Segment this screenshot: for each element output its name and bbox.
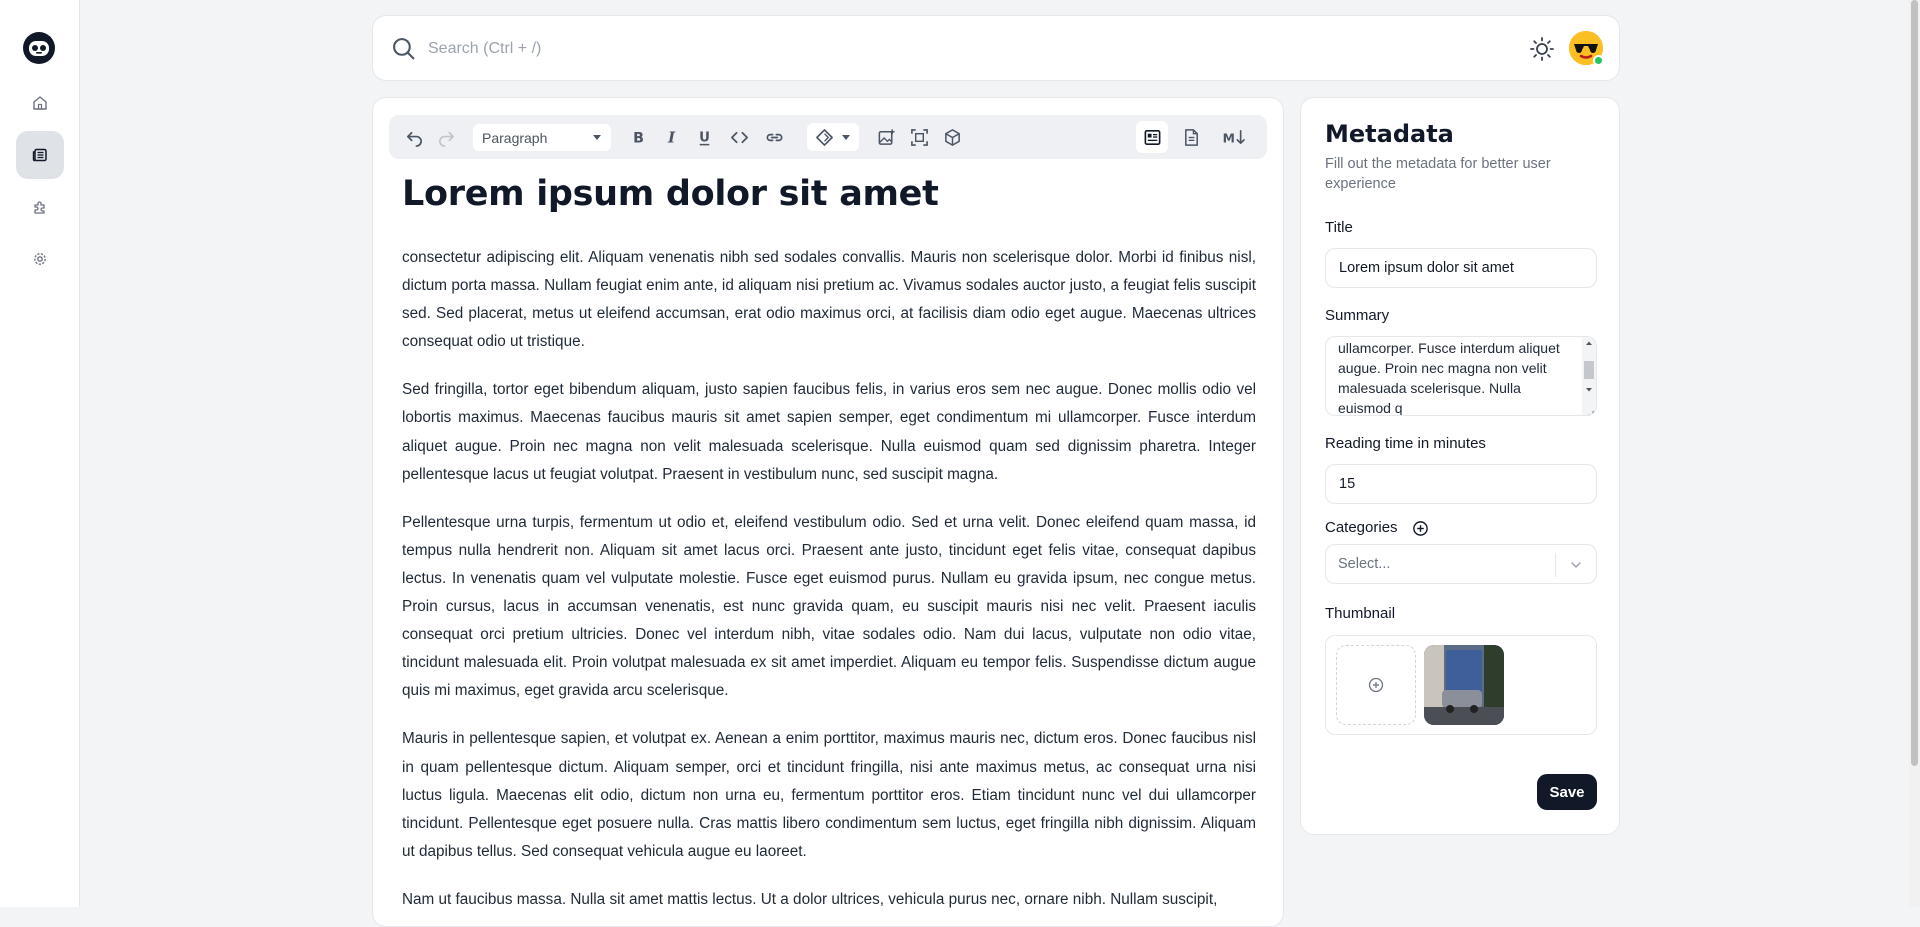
block-type-select[interactable]: Paragraph — [473, 124, 611, 151]
sidebar-item-home[interactable] — [16, 79, 64, 127]
link-icon — [766, 133, 782, 141]
embed-button[interactable] — [906, 124, 932, 150]
bold-icon: B — [633, 130, 644, 146]
gear-icon — [34, 253, 46, 265]
paragraph[interactable]: Mauris in pellentesque sapien, et volutp… — [402, 725, 1256, 865]
thumbnail-gallery — [1325, 635, 1597, 735]
insert-block-button[interactable] — [939, 124, 965, 150]
page-scrollbar[interactable] — [1909, 0, 1920, 907]
undo-icon — [406, 131, 422, 147]
paragraph[interactable]: Sed fringilla, tortor eget bibendum aliq… — [402, 376, 1256, 488]
reading-time-label: Reading time in minutes — [1325, 435, 1486, 452]
document-body[interactable]: Lorem ipsum dolor sit amet consectetur a… — [402, 170, 1256, 914]
summary-scrollbar[interactable] — [1582, 337, 1596, 415]
paragraph[interactable]: Pellentesque urna turpis, fermentum ut o… — [402, 509, 1256, 706]
frame-icon — [910, 128, 928, 146]
summary-textarea[interactable]: ullamcorper. Fusce interdum aliquet augu… — [1325, 336, 1597, 416]
puzzle-icon — [34, 201, 45, 214]
avatar[interactable] — [1569, 31, 1604, 66]
block-type-value: Paragraph — [482, 129, 548, 146]
metadata-panel: Metadata Fill out the metadata for bette… — [1300, 97, 1620, 835]
file-text-icon — [1184, 128, 1198, 146]
editor-card: Paragraph B I U M Lorem ipsum dolor sit … — [372, 97, 1284, 927]
categories-label-text: Categories — [1325, 519, 1398, 536]
italic-button[interactable]: I — [658, 124, 684, 150]
markdown-mode-button[interactable]: M — [1219, 124, 1249, 150]
chevron-down-icon — [593, 135, 601, 140]
sidebar — [0, 0, 80, 907]
paragraph[interactable]: consectetur adipiscing elit. Aliquam ven… — [402, 244, 1256, 356]
newspaper-icon — [32, 148, 47, 162]
summary-label: Summary — [1325, 307, 1390, 324]
visual-mode-button[interactable] — [1136, 121, 1168, 153]
italic-icon: I — [666, 128, 675, 146]
page-scroll-thumb[interactable] — [1911, 0, 1918, 766]
link-button[interactable] — [761, 124, 787, 150]
plus-circle-icon — [1368, 677, 1384, 693]
code-button[interactable] — [726, 124, 752, 150]
sidebar-item-posts[interactable] — [16, 131, 64, 179]
ai-assist-dropdown[interactable] — [807, 123, 859, 151]
svg-text:I: I — [666, 128, 675, 146]
add-category-icon[interactable] — [1412, 520, 1429, 537]
underline-button[interactable]: U — [691, 124, 717, 150]
sidebar-item-settings[interactable] — [16, 235, 64, 283]
summary-text: ullamcorper. Fusce interdum aliquet augu… — [1338, 340, 1560, 416]
svg-text:M: M — [1223, 131, 1235, 145]
reading-time-field[interactable] — [1325, 464, 1597, 504]
underline-icon: U — [699, 130, 710, 145]
redo-button[interactable] — [433, 124, 459, 150]
article-icon — [1144, 129, 1160, 145]
title-field[interactable] — [1325, 248, 1597, 288]
source-mode-button[interactable] — [1178, 124, 1204, 150]
title-label: Title — [1325, 219, 1353, 236]
chevron-down-icon — [842, 135, 850, 140]
bold-button[interactable]: B — [625, 124, 651, 150]
robot-face-logo[interactable] — [22, 31, 56, 65]
thumbnail-image[interactable] — [1424, 645, 1504, 725]
svg-text:B: B — [633, 130, 644, 146]
chevron-down-icon — [1571, 562, 1581, 569]
paragraph[interactable]: Nam ut faucibus massa. Nulla sit amet ma… — [402, 886, 1256, 914]
save-button[interactable]: Save — [1537, 774, 1597, 810]
image-plus-icon — [878, 128, 895, 145]
thumbnail-label: Thumbnail — [1325, 605, 1396, 622]
metadata-heading: Metadata — [1325, 120, 1454, 148]
undo-button[interactable] — [401, 124, 427, 150]
sun-icon[interactable] — [1529, 36, 1555, 62]
diamond-icon — [816, 128, 833, 146]
editor-toolbar: Paragraph B I U M — [389, 115, 1267, 159]
categories-label: Categories — [1325, 519, 1398, 536]
online-status-dot — [1593, 55, 1604, 66]
document-title[interactable]: Lorem ipsum dolor sit amet — [402, 170, 1256, 218]
sidebar-item-extensions[interactable] — [16, 183, 64, 231]
summary-scroll-thumb[interactable] — [1584, 361, 1594, 379]
add-thumbnail-button[interactable] — [1336, 645, 1416, 725]
insert-image-button[interactable] — [873, 124, 899, 150]
cube-icon — [944, 128, 960, 146]
categories-placeholder: Select... — [1338, 556, 1391, 572]
metadata-subheading: Fill out the metadata for better user ex… — [1325, 156, 1551, 192]
home-icon — [33, 96, 47, 110]
markdown-icon: M — [1223, 129, 1245, 145]
code-icon — [730, 131, 748, 143]
svg-text:U: U — [699, 130, 710, 145]
redo-icon — [438, 131, 454, 147]
top-bar — [372, 15, 1620, 81]
categories-select[interactable]: Select... — [1325, 544, 1597, 584]
search-icon — [393, 38, 415, 60]
street-photo-image — [1424, 645, 1504, 725]
search-input[interactable] — [428, 34, 1428, 64]
select-separator — [1555, 553, 1556, 577]
